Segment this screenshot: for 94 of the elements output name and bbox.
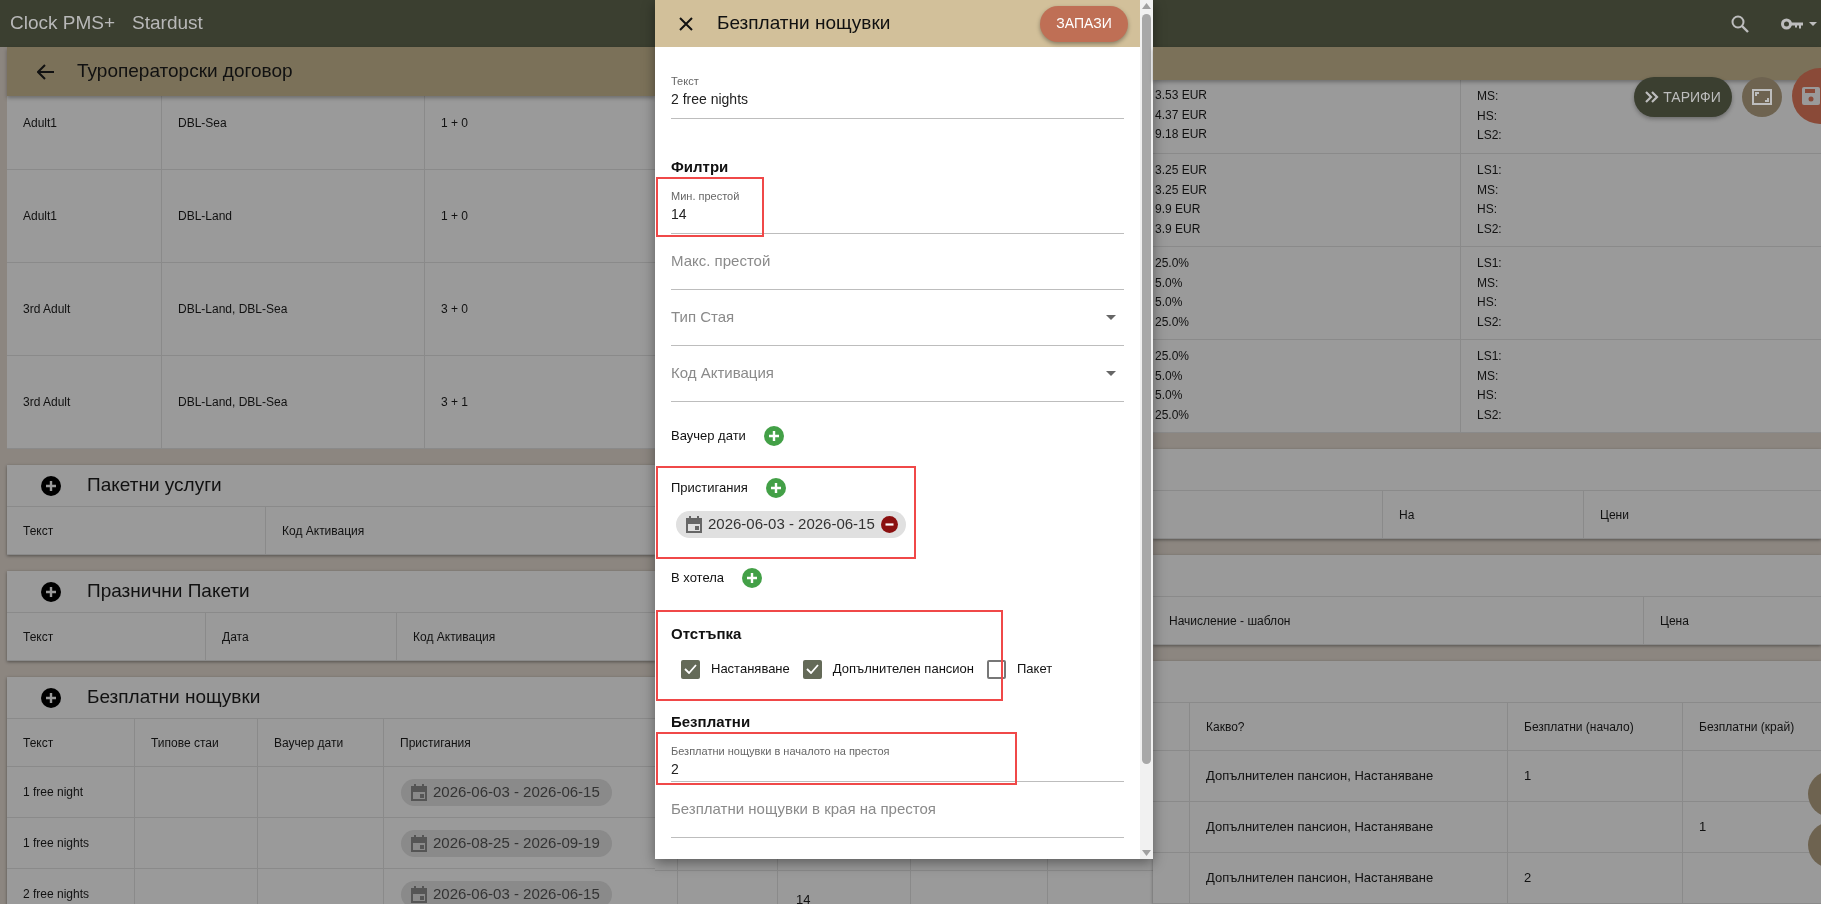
section-heading: Филтри bbox=[671, 157, 730, 177]
double-chevron-icon bbox=[1645, 91, 1660, 103]
table-cell: 2 free nights bbox=[7, 869, 135, 904]
scroll-up-icon[interactable] bbox=[1142, 3, 1151, 9]
table-cell: 1 free night bbox=[7, 767, 135, 818]
add-icon[interactable] bbox=[763, 426, 784, 446]
add-icon[interactable] bbox=[41, 687, 61, 708]
rates-button[interactable]: ТАРИФИ bbox=[1634, 77, 1732, 117]
section-heading: Безплатни bbox=[671, 712, 752, 732]
calendar-icon bbox=[411, 834, 427, 852]
input-field[interactable]: Макс. престой bbox=[671, 234, 1124, 290]
table-cell bbox=[1153, 802, 1190, 853]
table-cell: Допълнителен пансион, Настаняване bbox=[1190, 853, 1508, 904]
section-title: Безплатни нощувки bbox=[87, 685, 261, 710]
input-field[interactable]: Безплатни нощувки в началото на престоя 2 bbox=[671, 732, 1124, 782]
field-label: Ваучер дати bbox=[671, 427, 746, 446]
remove-icon[interactable] bbox=[880, 516, 898, 533]
page-title: Туроператорски договор bbox=[77, 59, 293, 84]
scrollbar[interactable] bbox=[1140, 0, 1153, 859]
column-header: Текст bbox=[7, 613, 206, 661]
input-field[interactable]: Текст 2 free nights bbox=[671, 62, 1124, 119]
table-cell: LS1: MS: HS: LS2: bbox=[1461, 154, 1821, 247]
table-cell: 14 bbox=[796, 892, 811, 904]
column-header: Безплатни (начало) bbox=[1508, 703, 1683, 751]
group-title: Отстъпка bbox=[671, 624, 743, 644]
section-title: Пакетни услуги bbox=[87, 473, 222, 498]
key-icon[interactable] bbox=[1781, 17, 1817, 30]
input-field[interactable]: Мин. престой 14 bbox=[671, 177, 1124, 234]
table-cell: Adult1 bbox=[7, 96, 162, 170]
calendar-icon bbox=[411, 783, 427, 801]
select-field[interactable]: Код Активация bbox=[671, 346, 1124, 402]
column-header: Цена bbox=[1644, 597, 1821, 645]
column-header: На bbox=[1383, 491, 1584, 539]
checkbox-option[interactable]: Пакет bbox=[987, 659, 1053, 679]
checkbox[interactable] bbox=[802, 659, 822, 679]
scroll-down-icon[interactable] bbox=[1142, 850, 1151, 856]
date-chip: 2026-06-03 - 2026-06-15 bbox=[401, 778, 612, 806]
hotel-name: Stardust bbox=[132, 11, 203, 36]
back-arrow-icon[interactable] bbox=[37, 63, 55, 80]
column-header: Типове стаи bbox=[135, 719, 258, 767]
date-chip: 2026-08-25 - 2026-09-19 bbox=[401, 829, 612, 857]
table-cell: DBL-Land, DBL-Sea bbox=[162, 263, 425, 356]
column-header: Дата bbox=[206, 613, 397, 661]
table-cell: LS1: MS: HS: LS2: bbox=[1461, 340, 1821, 433]
app-title: Clock PMS+ bbox=[10, 11, 116, 36]
checkbox-option[interactable]: Допълнителен пансион bbox=[802, 659, 974, 679]
save-button[interactable]: ЗАПАЗИ bbox=[1040, 5, 1128, 42]
table-cell bbox=[655, 859, 678, 871]
close-icon[interactable] bbox=[679, 16, 693, 31]
table-cell: 1 bbox=[1508, 751, 1683, 802]
dialog-title: Безплатни нощувки bbox=[717, 11, 892, 36]
column-header: Ваучер дати bbox=[258, 719, 384, 767]
column-header: Какво? bbox=[1190, 703, 1508, 751]
table-cell: LS1: MS: HS: LS2: bbox=[1461, 247, 1821, 340]
add-icon[interactable] bbox=[742, 568, 762, 588]
table-cell bbox=[1153, 751, 1190, 802]
search-icon[interactable] bbox=[1731, 14, 1749, 33]
table-cell: Допълнителен пансион, Настаняване bbox=[1190, 802, 1508, 853]
table-cell: 3.53 EUR 4.37 EUR 9.18 EUR bbox=[1153, 80, 1461, 154]
checkbox[interactable] bbox=[681, 659, 700, 679]
column-header: Текст bbox=[7, 507, 266, 555]
table-cell: DBL-Land, DBL-Sea bbox=[162, 356, 425, 449]
table-cell: 1 free nights bbox=[7, 818, 135, 869]
save-icon bbox=[1802, 87, 1820, 105]
date-chip: 2026-06-03 - 2026-06-15 bbox=[401, 880, 612, 904]
column-header: Цени bbox=[1584, 491, 1821, 539]
checkbox-option[interactable]: Настаняване bbox=[681, 659, 790, 679]
column-header: Начисление - шаблон bbox=[1153, 597, 1644, 645]
fullscreen-icon bbox=[1752, 89, 1772, 105]
table-cell: 25.0% 5.0% 5.0% 25.0% bbox=[1153, 340, 1461, 433]
input-field[interactable]: Безплатни нощувки в края на престоя bbox=[671, 782, 1124, 838]
table-cell: 3.25 EUR 3.25 EUR 9.9 EUR 3.9 EUR bbox=[1153, 154, 1461, 247]
calendar-icon bbox=[411, 885, 427, 903]
add-icon[interactable] bbox=[765, 478, 786, 498]
table-cell: Допълнителен пансион, Настаняване bbox=[1190, 751, 1508, 802]
column-header: Безплатни (край) bbox=[1683, 703, 1821, 751]
dropdown-caret-icon bbox=[1106, 315, 1116, 320]
add-icon[interactable] bbox=[41, 475, 61, 496]
calendar-icon bbox=[686, 516, 702, 533]
table-cell bbox=[1153, 853, 1190, 904]
table-cell: 3rd Adult bbox=[7, 263, 162, 356]
date-range-chip: 2026-06-03 - 2026-06-15 bbox=[676, 511, 906, 538]
dropdown-caret-icon bbox=[1106, 371, 1116, 376]
field-label: В хотела bbox=[671, 569, 724, 588]
table-cell: 3rd Adult bbox=[7, 356, 162, 449]
table-cell: 2 bbox=[1508, 853, 1683, 904]
add-icon[interactable] bbox=[41, 581, 61, 602]
column-header: Текст bbox=[7, 719, 135, 767]
section-title: Празнични Пакети bbox=[87, 579, 250, 604]
table-cell: Adult1 bbox=[7, 170, 162, 263]
table-cell: DBL-Sea bbox=[162, 96, 425, 170]
table-cell: 25.0% 5.0% 5.0% 25.0% bbox=[1153, 247, 1461, 340]
field-label: Пристигания bbox=[671, 479, 748, 498]
table-cell: DBL-Land bbox=[162, 170, 425, 263]
